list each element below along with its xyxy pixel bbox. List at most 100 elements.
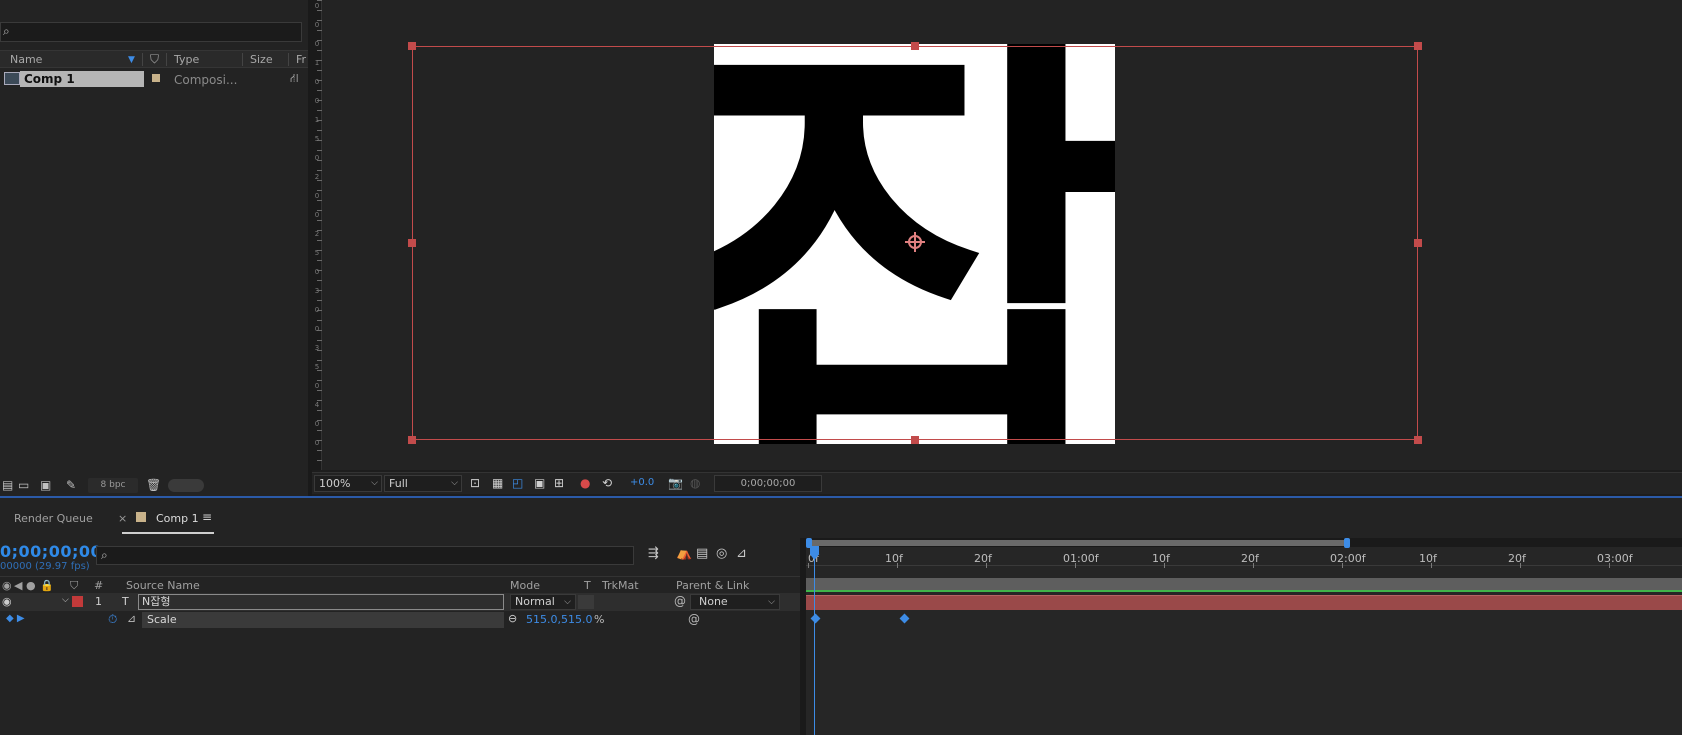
anchor-point-icon[interactable] <box>905 232 925 252</box>
time-navigator[interactable] <box>806 538 1682 548</box>
viewer-current-time[interactable]: 0;00;00;00 <box>714 475 822 492</box>
resolution-dropdown[interactable]: Full ⌵ <box>384 475 462 492</box>
column-mode[interactable]: Mode <box>510 579 540 592</box>
region-of-interest-icon[interactable]: ▣ <box>534 476 545 490</box>
ruler-tick <box>317 50 322 51</box>
column-preserve-transparency[interactable]: T <box>584 579 591 592</box>
thumbnail-slider[interactable] <box>168 479 204 492</box>
navigator-end-handle[interactable] <box>1344 538 1350 548</box>
project-column-header: Name ▼ ⛉ Type Size Fr <box>0 50 308 68</box>
column-layer-number[interactable]: # <box>94 579 103 592</box>
scale-keyframe[interactable] <box>899 613 910 624</box>
show-channel-icon[interactable]: ● <box>580 476 590 490</box>
ruler-tick <box>317 220 322 221</box>
motion-blur-icon[interactable]: ◎ <box>716 546 727 561</box>
blend-mode-dropdown[interactable]: Normal ⌵ <box>510 594 576 610</box>
interpret-footage-icon[interactable]: ▤ <box>2 478 13 492</box>
twirl-down-icon[interactable]: ⌵ <box>62 595 69 605</box>
keyframe-navigator-icon[interactable]: ◆ ▶ <box>6 613 25 624</box>
project-item-name[interactable]: Comp 1 <box>20 71 144 87</box>
project-item-row[interactable]: Comp 1 Composi... ⛙ <box>0 70 308 88</box>
tab-comp-label: Comp 1 <box>156 512 199 525</box>
transform-handle-bottom-right[interactable] <box>1414 436 1422 444</box>
tab-comp-1[interactable]: Comp 1 ≡ <box>122 504 214 534</box>
column-source-name[interactable]: Source Name <box>126 579 200 592</box>
visibility-eye-icon[interactable]: ◉ <box>2 595 12 608</box>
transform-handle-top[interactable] <box>911 42 919 50</box>
scale-keyframe[interactable] <box>810 613 821 624</box>
column-size[interactable]: Size <box>250 53 273 66</box>
column-frame-rate[interactable]: Fr <box>296 53 306 66</box>
transform-handle-right[interactable] <box>1414 239 1422 247</box>
transform-handle-bottom[interactable] <box>911 436 919 444</box>
transform-handle-bottom-left[interactable] <box>408 436 416 444</box>
tab-render-queue[interactable]: Render Queue <box>14 512 93 525</box>
ruler-tick <box>317 380 322 381</box>
graph-icon[interactable]: ⊿ <box>127 612 136 625</box>
adjust-project-settings-icon[interactable]: ✎ <box>66 478 76 492</box>
video-switch-icon[interactable]: ◉ <box>2 579 12 592</box>
fast-previews-icon[interactable]: ⊡ <box>470 476 480 490</box>
ruler-label: 0 <box>314 268 320 276</box>
column-track-matte[interactable]: TrkMat <box>602 579 639 592</box>
transform-handle-left[interactable] <box>408 239 416 247</box>
track-matte-dropdown[interactable] <box>578 595 594 609</box>
lock-icon[interactable]: 🔒 <box>40 579 54 592</box>
ruler-tick <box>317 300 322 301</box>
label-tag-icon[interactable]: ⛉ <box>70 579 78 593</box>
property-pickwhip-icon[interactable]: @ <box>688 612 700 626</box>
transform-handle-top-right[interactable] <box>1414 42 1422 50</box>
exposure-value[interactable]: +0.0 <box>630 477 654 488</box>
new-folder-icon[interactable]: ▭ <box>18 478 29 492</box>
sort-arrow-icon[interactable]: ▼ <box>128 55 135 65</box>
show-snapshot-icon[interactable]: ◍ <box>690 476 700 490</box>
ruler-tick <box>317 280 322 281</box>
layer-name-field[interactable]: N잡형 <box>138 594 504 610</box>
constrain-proportions-link-icon[interactable]: ⊖ <box>508 612 517 625</box>
transparency-grid-icon[interactable]: ▦ <box>492 476 503 490</box>
transform-handle-top-left[interactable] <box>408 42 416 50</box>
time-navigator-range[interactable] <box>806 540 1349 546</box>
trash-icon[interactable]: 🗑 <box>146 478 161 492</box>
reset-exposure-icon[interactable]: ⟲ <box>602 476 612 490</box>
column-name[interactable]: Name <box>10 53 42 66</box>
parent-value: None <box>699 595 728 608</box>
timeline-search-input[interactable]: ⌕ <box>96 546 634 565</box>
stopwatch-icon[interactable]: ⏱ <box>108 612 117 627</box>
ruler-tick <box>317 340 322 341</box>
composition-mini-flowchart-icon[interactable]: ⇶ <box>648 546 659 561</box>
magnification-dropdown[interactable]: 100% ⌵ <box>314 475 382 492</box>
layer-label-color[interactable] <box>72 596 83 607</box>
label-tag-icon[interactable]: ⛉ <box>150 52 159 67</box>
bit-depth-button[interactable]: 8 bpc <box>88 478 138 493</box>
new-composition-icon[interactable]: ▣ <box>40 478 51 492</box>
time-ruler[interactable]: 0f10f20f01:00f10f20f02:00f10f20f03:00f <box>806 548 1682 568</box>
ruler-label: 1 <box>314 59 320 67</box>
property-name[interactable]: Scale <box>142 612 504 628</box>
grid-guides-icon[interactable]: ⊞ <box>554 476 564 490</box>
parent-pickwhip-icon[interactable]: @ <box>674 594 686 608</box>
flowchart-icon[interactable]: ⛙ <box>290 71 298 87</box>
project-search-input[interactable]: ⌕ <box>0 22 302 42</box>
solo-switch-icon[interactable]: ● <box>26 579 36 592</box>
shy-layers-icon[interactable]: ⛺ <box>676 546 692 561</box>
current-time-display[interactable]: 0;00;00;00 <box>0 542 102 561</box>
audio-switch-icon[interactable]: ◀ <box>14 579 22 592</box>
column-parent-link[interactable]: Parent & Link <box>676 579 749 592</box>
column-type[interactable]: Type <box>174 53 199 66</box>
graph-editor-icon[interactable]: ⊿ <box>736 546 747 561</box>
label-color-swatch[interactable] <box>152 74 160 82</box>
ruler-tick <box>317 30 322 31</box>
property-row-scale[interactable]: ◆ ▶ ⏱ ⊿ Scale ⊖ 515.0,515.0 % @ <box>0 611 800 629</box>
panel-menu-icon[interactable]: ≡ <box>202 510 212 524</box>
mask-visibility-icon[interactable]: ◰ <box>512 476 523 490</box>
layer-row[interactable]: ◉ ⌵ 1 T N잡형 Normal ⌵ @ None ⌵ <box>0 593 800 611</box>
scale-value[interactable]: 515.0,515.0 <box>526 613 592 626</box>
viewer-stage[interactable]: 잡 <box>324 0 1682 470</box>
layer-duration-bar[interactable] <box>806 595 1682 610</box>
parent-dropdown[interactable]: None ⌵ <box>690 594 780 610</box>
time-graph[interactable]: 0f10f20f01:00f10f20f02:00f10f20f03:00f <box>806 538 1682 735</box>
snapshot-camera-icon[interactable]: 📷 <box>668 476 683 490</box>
frame-blending-icon[interactable]: ▤ <box>696 546 708 561</box>
layer-column-header: ◉ ◀ ● 🔒 ⛉ # Source Name Mode T TrkMat Pa… <box>0 576 800 592</box>
